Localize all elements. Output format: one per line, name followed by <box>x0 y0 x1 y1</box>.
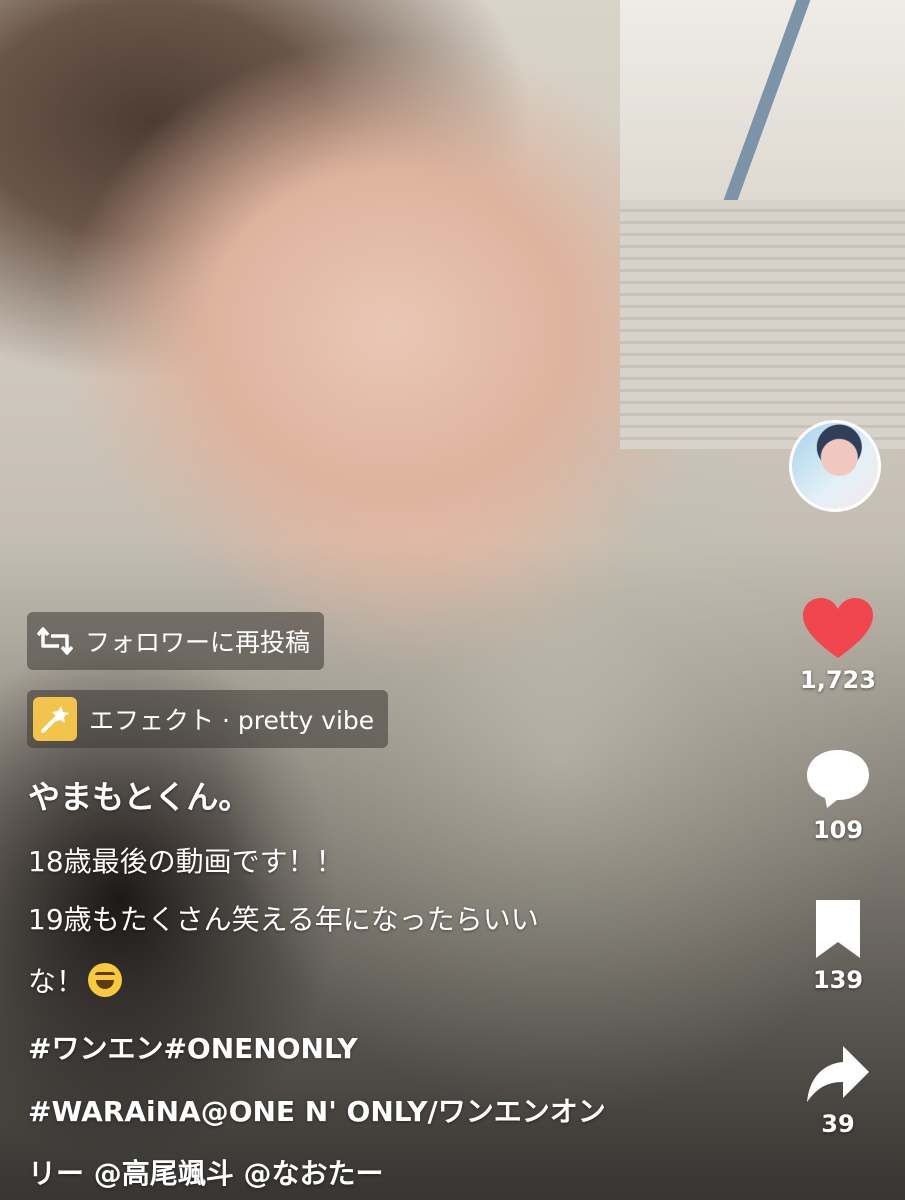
repost-icon <box>37 627 73 655</box>
background-blinds <box>620 200 905 450</box>
caption-line: な！ <box>28 960 123 1000</box>
hashtag-line[interactable]: #WARAiNA@ONE N' ONLY/ワンエンオン <box>28 1090 606 1130</box>
username[interactable]: やまもとくん。 <box>28 772 250 818</box>
repost-chip[interactable]: フォロワーに再投稿 <box>27 612 325 670</box>
share-icon <box>807 1046 869 1102</box>
save-count: 139 <box>812 966 864 994</box>
creator-avatar[interactable] <box>789 420 881 512</box>
caption-text: な！ <box>28 965 85 998</box>
share-button[interactable]: 39 <box>783 1044 893 1138</box>
bookmark-icon <box>816 900 860 958</box>
heart-icon <box>803 598 873 658</box>
mention-line[interactable]: リー @高尾颯斗 @なおたー <box>28 1152 384 1192</box>
caption-line: 18歳最後の動画です！！ <box>28 845 344 878</box>
repost-label: フォロワーに再投稿 <box>85 628 311 657</box>
share-count: 39 <box>821 1110 855 1138</box>
effect-chip[interactable]: エフェクト · pretty vibe <box>27 690 389 748</box>
comment-button[interactable]: 109 <box>783 748 893 844</box>
effect-label: エフェクト · pretty vibe <box>89 706 375 735</box>
like-button[interactable]: 1,723 <box>783 598 893 694</box>
save-button[interactable]: 139 <box>783 898 893 994</box>
comment-icon <box>807 750 869 808</box>
hashtag-line[interactable]: #ワンエン#ONENONLY <box>28 1027 358 1067</box>
caption-line: 19歳もたくさん笑える年になったらいい <box>28 903 539 936</box>
comment-count: 109 <box>812 816 864 844</box>
effect-icon <box>33 697 77 741</box>
like-count: 1,723 <box>800 666 876 694</box>
grin-emoji <box>88 963 123 997</box>
